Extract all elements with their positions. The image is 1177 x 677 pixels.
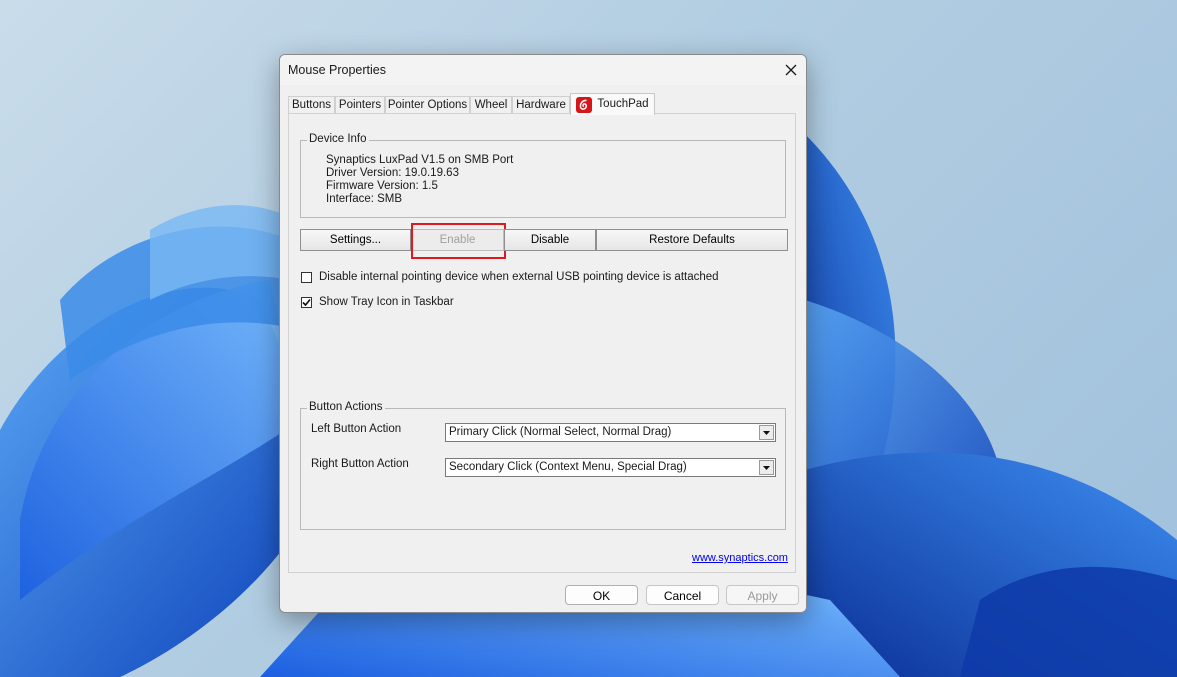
chevron-down-icon <box>763 465 770 470</box>
tab-pointer-options[interactable]: Pointer Options <box>385 96 470 114</box>
tab-hardware[interactable]: Hardware <box>512 96 570 114</box>
synaptics-website-link[interactable]: www.synaptics.com <box>692 552 788 564</box>
show-tray-option[interactable]: Show Tray Icon in Taskbar <box>301 296 454 308</box>
button-actions-group: Button Actions Left Button Action Primar… <box>300 401 786 530</box>
show-tray-checkbox[interactable] <box>301 296 312 308</box>
interface-type: Interface: SMB <box>326 193 403 205</box>
cancel-button[interactable]: Cancel <box>646 585 719 605</box>
button-actions-legend: Button Actions <box>307 401 385 413</box>
checkmark-icon <box>302 298 311 306</box>
disable-internal-label: Disable internal pointing device when ex… <box>319 271 719 283</box>
disable-internal-option[interactable]: Disable internal pointing device when ex… <box>301 271 719 283</box>
synaptics-logo-icon <box>576 96 593 113</box>
tab-label: Hardware <box>516 99 566 111</box>
close-icon <box>785 64 797 76</box>
touchpad-panel: Device Info Synaptics LuxPad V1.5 on SMB… <box>288 113 796 573</box>
device-info-group: Device Info Synaptics LuxPad V1.5 on SMB… <box>300 133 786 218</box>
tab-pointers[interactable]: Pointers <box>335 96 385 114</box>
tab-label: Pointer Options <box>387 99 468 111</box>
disable-button[interactable]: Disable <box>504 229 596 251</box>
left-button-action-select[interactable]: Primary Click (Normal Select, Normal Dra… <box>445 423 776 442</box>
show-tray-label: Show Tray Icon in Taskbar <box>319 296 454 308</box>
device-info-legend: Device Info <box>307 133 369 145</box>
driver-version: Driver Version: 19.0.19.63 <box>326 167 459 179</box>
right-button-action-value: Secondary Click (Context Menu, Special D… <box>449 461 687 473</box>
left-button-action-value: Primary Click (Normal Select, Normal Dra… <box>449 426 672 438</box>
tab-label: Wheel <box>474 99 508 111</box>
chevron-down-icon <box>763 430 770 435</box>
tab-touchpad[interactable]: TouchPad <box>570 93 655 115</box>
device-name: Synaptics LuxPad V1.5 on SMB Port <box>326 154 514 166</box>
firmware-version: Firmware Version: 1.5 <box>326 180 438 192</box>
tab-label: Buttons <box>292 99 331 111</box>
dropdown-arrow[interactable] <box>759 425 774 440</box>
tab-label: Pointers <box>338 99 382 111</box>
disable-internal-checkbox[interactable] <box>301 271 312 283</box>
restore-defaults-button[interactable]: Restore Defaults <box>596 229 788 251</box>
window-title: Mouse Properties <box>288 63 386 77</box>
left-button-action-label: Left Button Action <box>311 423 402 435</box>
right-button-action-label: Right Button Action <box>311 458 409 470</box>
enable-button-highlight <box>411 223 506 259</box>
tab-buttons[interactable]: Buttons <box>288 96 335 114</box>
apply-button[interactable]: Apply <box>726 585 799 605</box>
right-button-action-select[interactable]: Secondary Click (Context Menu, Special D… <box>445 458 776 477</box>
settings-button[interactable]: Settings... <box>300 229 411 251</box>
title-bar: Mouse Properties <box>280 55 806 85</box>
mouse-properties-dialog: Mouse Properties Buttons Pointers Pointe… <box>279 54 807 613</box>
tab-label: TouchPad <box>597 98 649 110</box>
dropdown-arrow[interactable] <box>759 460 774 475</box>
ok-button[interactable]: OK <box>565 585 638 605</box>
close-button[interactable] <box>776 55 806 85</box>
tab-wheel[interactable]: Wheel <box>470 96 512 114</box>
